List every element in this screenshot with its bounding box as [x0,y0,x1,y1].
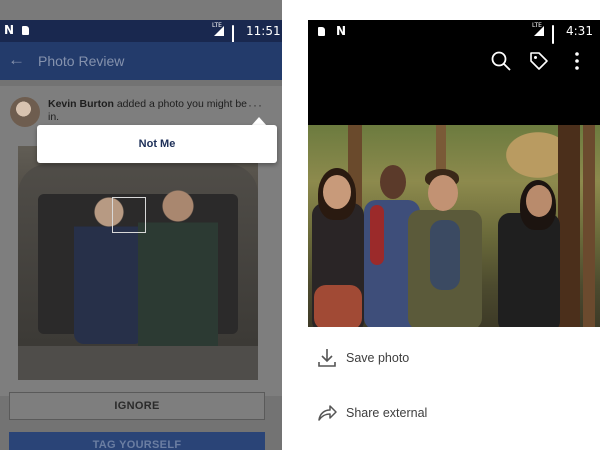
person-head [526,185,552,217]
person-head [323,175,351,209]
left-phone-screen: N LTE 11:51 ← Photo Review Kevin Burton … [0,0,282,450]
car-bumper [18,346,258,380]
post-author[interactable]: Kevin Burton [48,98,114,110]
share-external-row[interactable]: Share external [308,393,600,433]
more-vertical-icon[interactable] [566,50,588,72]
page-title: Photo Review [38,53,125,69]
tag-icon[interactable] [528,50,550,72]
arrow-left-icon[interactable]: ← [8,50,25,70]
divider [282,0,308,450]
app-bar: ← Photo Review [0,42,282,80]
status-time: 4:31 [566,24,593,38]
sd-card-icon [318,27,325,36]
person-man [138,186,218,356]
not-me-label: Not Me [138,138,176,150]
sd-card-icon [22,26,29,35]
download-icon [318,349,336,367]
person-head [380,165,406,199]
post-photo[interactable] [18,146,258,380]
share-external-label: Share external [346,406,428,420]
tag-yourself-button[interactable]: TAG YOURSELF [9,432,265,450]
more-dots-icon[interactable]: ··· [248,98,263,112]
right-phone-screen: N LTE 4:31 Save photo Share external [308,0,600,450]
ignore-button[interactable]: IGNORE [9,392,265,420]
left-status-bar: N LTE 11:51 [0,20,282,44]
photo-viewer-header: N LTE 4:31 [308,20,600,125]
person-pants [314,285,362,327]
lte-label: LTE [532,22,542,29]
share-icon [318,405,337,421]
person [498,213,560,327]
not-me-popup[interactable]: Not Me [37,125,277,163]
person-shirt [430,220,460,290]
person-vest [370,205,384,265]
save-photo-row[interactable]: Save photo [308,338,600,378]
status-time: 11:51 [246,24,281,38]
friends-photo[interactable] [308,125,600,327]
avatar[interactable] [10,97,40,127]
person-head [428,175,458,211]
notification-n-icon: N [4,23,15,37]
battery-icon [552,25,554,44]
tree [558,125,580,327]
face-detection-box[interactable] [112,197,146,233]
notification-n-icon: N [336,24,347,38]
save-photo-label: Save photo [346,351,410,365]
search-icon[interactable] [490,50,512,72]
tree [583,125,595,327]
lte-label: LTE [212,22,222,29]
post-text: Kevin Burton added a photo you might be … [48,98,253,124]
